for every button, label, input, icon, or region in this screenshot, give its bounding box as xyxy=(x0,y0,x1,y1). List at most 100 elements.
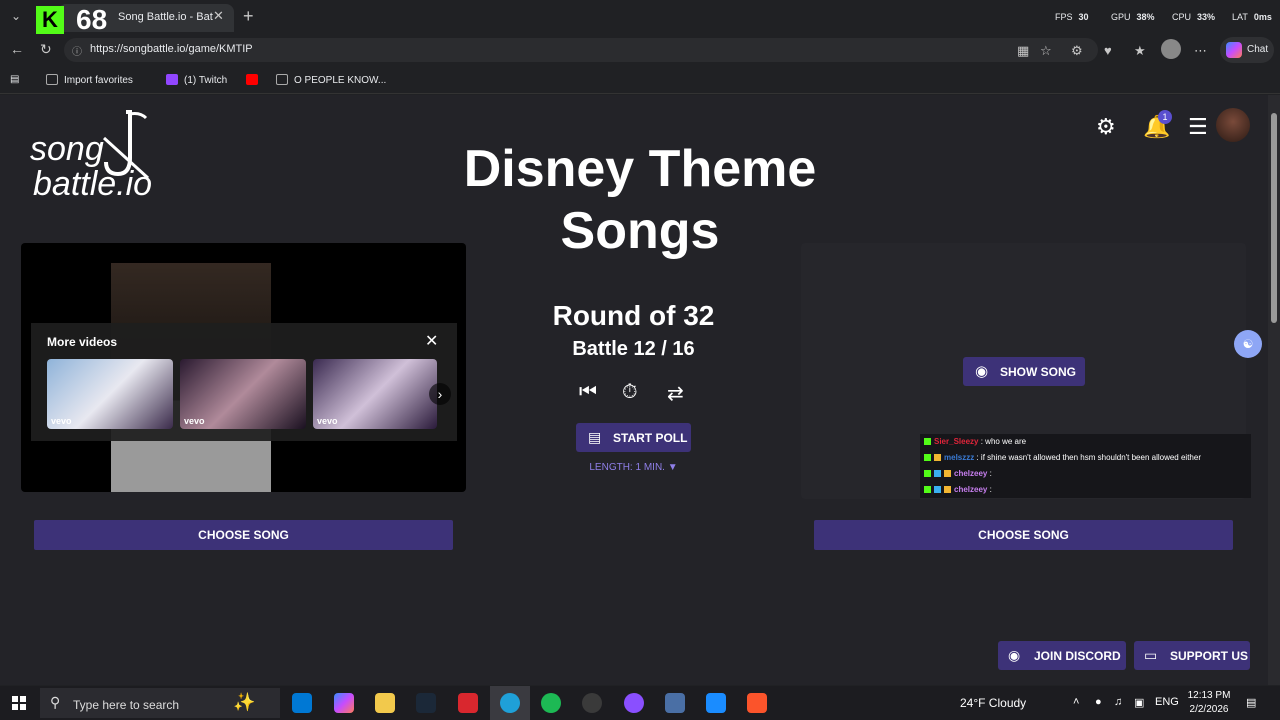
fav-o-people-know[interactable]: O PEOPLE KNOW... xyxy=(276,74,386,86)
store-icon[interactable] xyxy=(292,693,312,713)
video-thumb-1[interactable]: vevo xyxy=(47,359,173,429)
round-label: Round of 32 xyxy=(552,300,715,331)
mod-badge-icon xyxy=(934,470,941,477)
more-videos-panel: More videos ✕ vevo vevo vevo › xyxy=(31,323,457,441)
mod-badge-icon xyxy=(934,486,941,493)
tray-chevron-icon[interactable]: ˄ xyxy=(1073,696,1079,708)
chevron-right-icon[interactable]: › xyxy=(429,383,451,405)
search-icon: ⚲ xyxy=(50,694,61,710)
tab-list-chevron-icon[interactable]: ⌄ xyxy=(8,9,24,25)
weather-widget[interactable]: 24°F Cloudy xyxy=(960,696,1026,710)
settings-gear-icon[interactable]: ⚙ xyxy=(1096,114,1116,140)
search-placeholder: Type here to search xyxy=(73,698,180,712)
discord-icon: ◉ xyxy=(1008,647,1021,663)
back-icon[interactable]: ← xyxy=(10,41,24,57)
fav-import[interactable]: Import favorites xyxy=(46,74,133,86)
page-scrollbar[interactable] xyxy=(1268,95,1280,685)
folder-icon xyxy=(46,74,58,85)
poll-icon: ▤ xyxy=(588,429,602,445)
more-videos-close-icon[interactable]: ✕ xyxy=(425,331,438,351)
volume-icon[interactable]: ♫ xyxy=(1114,696,1122,708)
twitch-icon xyxy=(166,74,178,85)
donate-icon[interactable]: ⏱ xyxy=(622,381,638,404)
kick-badge-icon xyxy=(924,454,931,461)
start-poll-button[interactable]: ▤ START POLL xyxy=(576,423,691,452)
brave-icon[interactable] xyxy=(747,693,767,713)
eye-icon: ◉ xyxy=(975,363,989,380)
tab-close-icon[interactable]: ✕ xyxy=(213,8,224,24)
discord-app-icon[interactable] xyxy=(624,693,644,713)
show-song-button[interactable]: ◉ SHOW SONG xyxy=(963,357,1085,386)
notification-badge: 1 xyxy=(1158,110,1172,124)
network-icon[interactable]: ▣ xyxy=(1134,696,1144,709)
sub-badge-icon xyxy=(944,486,951,493)
fav-twitch[interactable]: (1) Twitch xyxy=(166,74,227,86)
join-discord-button[interactable]: ◉ JOIN DISCORD xyxy=(998,641,1126,670)
language-indicator[interactable]: ENG xyxy=(1155,696,1179,708)
choose-right-song-button[interactable]: CHOOSE SONG xyxy=(814,520,1233,550)
youtube-icon xyxy=(246,74,258,85)
copilot-app-icon[interactable] xyxy=(334,693,354,713)
notifications-icon[interactable]: ▤ xyxy=(1246,696,1256,709)
obs-icon[interactable] xyxy=(582,693,602,713)
file-explorer-icon[interactable] xyxy=(375,693,395,713)
saxophone-logo-icon xyxy=(102,110,150,180)
microphone-icon[interactable]: ● xyxy=(1095,696,1102,708)
copilot-chat-button[interactable]: Chat xyxy=(1220,37,1274,63)
kick-badge-icon xyxy=(924,486,931,493)
chat-message: chelzeey : xyxy=(924,469,992,478)
stream-chat-overlay: Sier_Sleezy : who we are melszzz : if sh… xyxy=(920,434,1251,498)
video-thumb-3[interactable]: vevo xyxy=(313,359,437,429)
more-menu-icon[interactable]: ⋯ xyxy=(1194,43,1207,59)
chat-label: Chat xyxy=(1247,44,1269,55)
shuffle-icon[interactable]: ⇄ xyxy=(667,381,684,406)
more-videos-title: More videos xyxy=(47,335,118,349)
window-app-icon[interactable] xyxy=(665,693,685,713)
previous-battle-icon[interactable]: ⏮ xyxy=(579,381,597,404)
kick-logo-icon: K xyxy=(36,6,64,34)
site-info-icon[interactable]: ⓘ xyxy=(72,43,82,58)
f-app-icon[interactable] xyxy=(706,693,726,713)
favorites-icon[interactable]: ★ xyxy=(1134,43,1146,59)
reading-list-icon[interactable]: ▤ xyxy=(10,74,19,85)
windows-start-icon[interactable] xyxy=(12,696,26,710)
lat-stat: LAT 0ms xyxy=(1232,12,1272,22)
page-title: Disney Theme Songs xyxy=(463,140,817,260)
page-icon xyxy=(276,74,288,85)
extensions-icon[interactable]: ⚙ xyxy=(1071,43,1083,59)
wps-office-icon[interactable] xyxy=(458,693,478,713)
favorite-star-icon[interactable]: ☆ xyxy=(1040,43,1052,59)
new-tab-icon[interactable]: + xyxy=(243,6,254,27)
hamburger-menu-icon[interactable]: ☰ xyxy=(1188,114,1208,140)
support-us-button[interactable]: ▭ SUPPORT US xyxy=(1134,641,1250,670)
user-avatar[interactable] xyxy=(1216,108,1250,142)
scroll-thumb[interactable] xyxy=(1271,113,1277,323)
url-text[interactable]: https://songbattle.io/game/KMTIP xyxy=(90,43,253,55)
sub-badge-icon xyxy=(934,454,941,461)
refresh-icon[interactable]: ↻ xyxy=(40,41,52,58)
edge-icon[interactable] xyxy=(500,693,520,713)
kick-viewer-count: 68 xyxy=(76,4,108,35)
kick-badge-icon xyxy=(924,438,931,445)
translate-icon[interactable]: ☯ xyxy=(1234,330,1262,358)
copilot-sparkle-icon[interactable]: ✨ xyxy=(233,692,255,713)
copilot-icon xyxy=(1226,42,1242,58)
gpu-stat: GPU 38% xyxy=(1111,12,1155,22)
fav-youtube[interactable] xyxy=(246,74,264,86)
profile-avatar[interactable] xyxy=(1161,39,1181,59)
split-screen-icon[interactable]: ▦ xyxy=(1017,43,1029,59)
tab-title[interactable]: Song Battle.io - Battle Songs a xyxy=(118,11,213,23)
video-thumb-2[interactable]: vevo xyxy=(180,359,306,429)
fps-stat: FPS 30 xyxy=(1055,12,1089,22)
choose-left-song-button[interactable]: CHOOSE SONG xyxy=(34,520,453,550)
browser-essentials-icon[interactable]: ♥ xyxy=(1104,43,1112,58)
chat-message: chelzeey : xyxy=(924,485,992,494)
kick-badge-icon xyxy=(924,470,931,477)
taskbar-search[interactable]: ⚲ Type here to search ✨ xyxy=(40,688,280,718)
spotify-icon[interactable] xyxy=(541,693,561,713)
logo-song-text[interactable]: song xyxy=(30,130,104,169)
taskbar-clock[interactable]: 12:13 PM 2/2/2026 xyxy=(1184,689,1234,717)
steam-icon[interactable] xyxy=(416,693,436,713)
left-song-video[interactable]: More videos ✕ vevo vevo vevo › xyxy=(21,243,466,492)
length-dropdown[interactable]: LENGTH: 1 MIN. ▼ xyxy=(560,462,707,473)
